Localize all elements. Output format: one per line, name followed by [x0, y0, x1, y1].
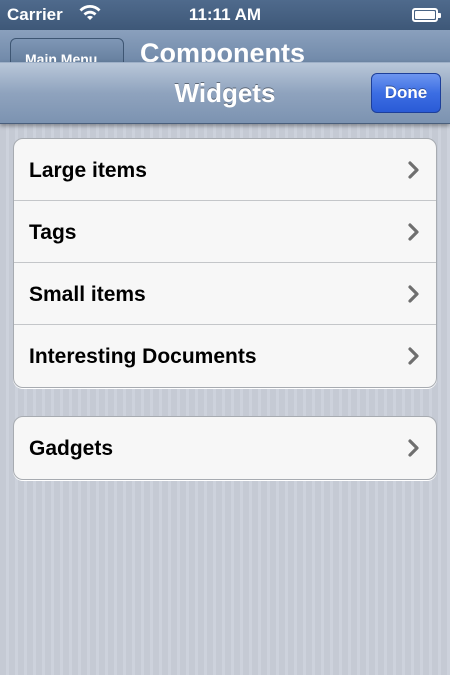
battery-icon: [412, 8, 441, 22]
done-button[interactable]: Done: [371, 73, 441, 113]
table-group-gadgets: Gadgets: [13, 416, 437, 480]
list-item-label: Small items: [29, 283, 146, 306]
list-item-label: Interesting Documents: [29, 345, 257, 368]
chevron-right-icon: [408, 285, 419, 303]
list-item-label: Large items: [29, 159, 147, 182]
navigation-bar: Widgets Done: [0, 62, 450, 124]
main-menu-back-button[interactable]: Main Menu: [10, 38, 124, 64]
chevron-right-icon: [408, 347, 419, 365]
list-item-interesting-documents[interactable]: Interesting Documents: [14, 325, 436, 387]
list-item-large-items[interactable]: Large items: [14, 139, 436, 201]
list-item-tags[interactable]: Tags: [14, 201, 436, 263]
list-item-label: Tags: [29, 221, 77, 244]
chevron-right-icon: [408, 161, 419, 179]
background-navigation-bar: Main Menu Components: [0, 30, 450, 64]
list-item-label: Gadgets: [29, 437, 114, 460]
table-group-widgets: Large items Tags Small items Interesting…: [13, 138, 437, 388]
background-nav-title: Components: [140, 38, 305, 64]
list-item-small-items[interactable]: Small items: [14, 263, 436, 325]
status-bar: Carrier 11:11 AM: [0, 0, 450, 30]
chevron-right-icon: [408, 223, 419, 241]
chevron-right-icon: [408, 439, 419, 457]
list-item-gadgets[interactable]: Gadgets: [14, 417, 436, 479]
clock: 11:11 AM: [188, 5, 262, 24]
